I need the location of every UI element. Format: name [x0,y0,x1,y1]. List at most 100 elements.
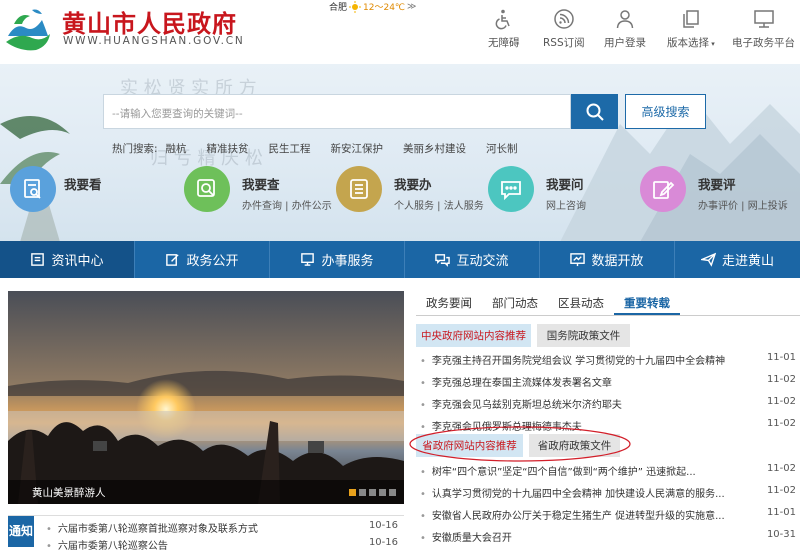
version-select-button[interactable]: 版本选择 ▾ [667,8,715,50]
monitor-icon [301,253,315,266]
service-subtitle[interactable]: 办事评价 | 网上投诉 [698,197,788,212]
photo-caption[interactable]: 黄山美景醉游人 [8,480,404,504]
carousel-dot[interactable] [359,489,366,496]
photo-carousel[interactable]: 黄山美景醉游人 [8,291,404,504]
service-circle [336,166,382,212]
nav-item-services[interactable]: 办事服务 [270,241,405,278]
nav-item-visit-huangshan[interactable]: 走进黄山 [675,241,800,278]
hot-search-link[interactable]: 美丽乡村建设 [403,141,466,156]
advanced-search-button[interactable]: 高级搜索 [625,94,706,129]
sunrise-photo-image [8,291,404,504]
chart-icon [570,253,586,267]
notice-title: 六届市委第八轮巡察首批巡察对象及联系方式 [46,520,258,535]
list-item[interactable]: 李克强主持召开国务院党组会议 学习贯彻党的十九届四中全会精神 11-01 [420,352,796,367]
list-item[interactable]: 李克强会见俄罗斯总理梅德韦杰夫 11-02 [420,418,796,433]
tab-dept-news[interactable]: 部门动态 [482,292,548,315]
news-date: 11-02 [766,374,796,385]
list-item[interactable]: 六届市委第八轮巡察公告 10-16 [46,537,398,552]
service-subtitle[interactable]: 网上咨询 [546,197,586,212]
main-nav: 资讯中心 政务公开 办事服务 互动交流 数据开放 走进黄山 [0,241,800,278]
tab-gov-news[interactable]: 政务要闻 [416,292,482,315]
news-title: 李克强会见俄罗斯总理梅德韦杰夫 [420,418,582,433]
service-subtitle[interactable]: 个人服务 | 法人服务 [394,197,484,212]
list-item[interactable]: 安徽质量大会召开 10-31 [420,529,796,544]
carousel-dot[interactable] [369,489,376,496]
hot-search-link[interactable]: 精准扶贫 [207,141,249,156]
hot-search-label: 热门搜索: [112,143,158,155]
hot-search-link[interactable]: 河长制 [486,141,518,156]
list-item[interactable]: 安徽省人民政府办公厅关于稳定生猪生产 促进转型升级的实施意... 11-01 [420,507,796,522]
hot-search-link[interactable]: 融杭 [166,141,187,156]
tool-label: 无障碍 [488,37,520,49]
list-item[interactable]: 六届市委第八轮巡察首批巡察对象及联系方式 10-16 [46,520,398,535]
weather-temp: 12～24℃ [363,3,406,13]
news-date: 11-02 [766,485,796,496]
nav-label: 数据开放 [591,254,644,269]
egov-platform-button[interactable]: 电子政务平台 [732,8,795,50]
news-title: 树牢“四个意识”坚定“四个自信”做到“两个维护” 迅速掀起... [420,463,696,478]
list-item[interactable]: 李克强会见乌兹别克斯坦总统米尔济约耶夫 11-02 [420,396,796,411]
list-item[interactable]: 认真学习贯彻党的十九届四中全会精神 加快建设人民满意的服务... 11-02 [420,485,796,500]
service-title: 我要办 [394,177,432,192]
login-button[interactable]: 用户登录 [604,8,646,50]
hot-search-list: 热门搜索: 融杭 精准扶贫 民生工程 新安江保护 美丽乡村建设 河长制 [112,141,538,156]
weather-city: 合肥 [329,3,348,13]
subtab-state-council-policy[interactable]: 国务院政策文件 [537,324,630,347]
tool-label: RSS订阅 [543,37,585,49]
nav-item-open-data[interactable]: 数据开放 [540,241,675,278]
rss-icon [554,9,574,29]
accessibility-icon [495,9,510,30]
search-doc-icon [197,179,215,197]
news-date: 11-02 [766,418,796,429]
service-handle[interactable]: 我要办 个人服务 | 法人服务 [336,166,486,216]
carousel-dot[interactable] [349,489,356,496]
list-item[interactable]: 李克强总理在泰国主流媒体发表署名文章 11-02 [420,374,796,389]
site-url: WWW.HUANGSHAN.GOV.CN [63,35,245,47]
carousel-dot[interactable] [389,489,396,496]
chat-icon [501,181,521,201]
weather-more-icon[interactable]: ≫ [407,2,416,12]
service-title: 我要看 [64,177,102,192]
subtab-central-recommend[interactable]: 中央政府网站内容推荐 [416,324,531,347]
document-view-icon [24,179,41,199]
search-icon [586,103,604,121]
user-icon [616,10,634,29]
subtab-province-policy[interactable]: 省政府政策文件 [529,434,620,457]
nav-item-news-center[interactable]: 资讯中心 [0,241,135,278]
tab-reprints[interactable]: 重要转载 [614,292,680,315]
service-rate[interactable]: 我要评 办事评价 | 网上投诉 [640,166,800,216]
news-date: 11-02 [766,396,796,407]
weather-widget[interactable]: 合肥 12～24℃ ≫ [329,0,416,13]
news-title: 李克强会见乌兹别克斯坦总统米尔济约耶夫 [420,396,622,411]
hot-search-link[interactable]: 民生工程 [269,141,311,156]
accessibility-button[interactable]: 无障碍 [488,8,520,50]
list-item[interactable]: 树牢“四个意识”坚定“四个自信”做到“两个维护” 迅速掀起... 11-02 [420,463,796,478]
news-title: 安徽省人民政府办公厅关于稳定生猪生产 促进转型升级的实施意... [420,507,725,522]
service-title: 我要评 [698,177,736,192]
nav-label: 走进黄山 [721,254,774,269]
site-header: 黄山市人民政府 WWW.HUANGSHAN.GOV.CN 合肥 12～24℃ ≫… [0,0,800,64]
service-subtitle[interactable]: 办件查询 | 办件公示 [242,197,332,212]
nav-item-interaction[interactable]: 互动交流 [405,241,540,278]
subtab-province-recommend[interactable]: 省政府网站内容推荐 [416,434,523,457]
nav-item-gov-open[interactable]: 政务公开 [135,241,270,278]
hot-search-link[interactable]: 新安江保护 [331,141,384,156]
monitor-icon [753,10,774,28]
news-title: 李克强总理在泰国主流媒体发表署名文章 [420,374,612,389]
search-button[interactable] [571,94,618,129]
service-query[interactable]: 我要查 办件查询 | 办件公示 [184,166,334,216]
service-view[interactable]: 我要看 [10,166,130,216]
notice-tab[interactable]: 通知 [8,516,34,547]
tab-county-news[interactable]: 区县动态 [548,292,614,315]
dropdown-arrow-icon: ▾ [709,40,715,48]
site-title: 黄山市人民政府 [62,9,237,38]
logo-icon[interactable] [2,2,54,54]
news-title: 认真学习贯彻党的十九届四中全会精神 加快建设人民满意的服务... [420,485,725,500]
rss-button[interactable]: RSS订阅 [543,8,585,50]
search-input[interactable]: --请输入您要查询的关键词-- [103,94,571,129]
news-date: 11-02 [766,463,796,474]
chat-icon [435,254,451,267]
service-ask[interactable]: 我要问 网上咨询 [488,166,628,216]
notice-title: 六届市委第八轮巡察公告 [46,537,168,552]
carousel-dot[interactable] [379,489,386,496]
